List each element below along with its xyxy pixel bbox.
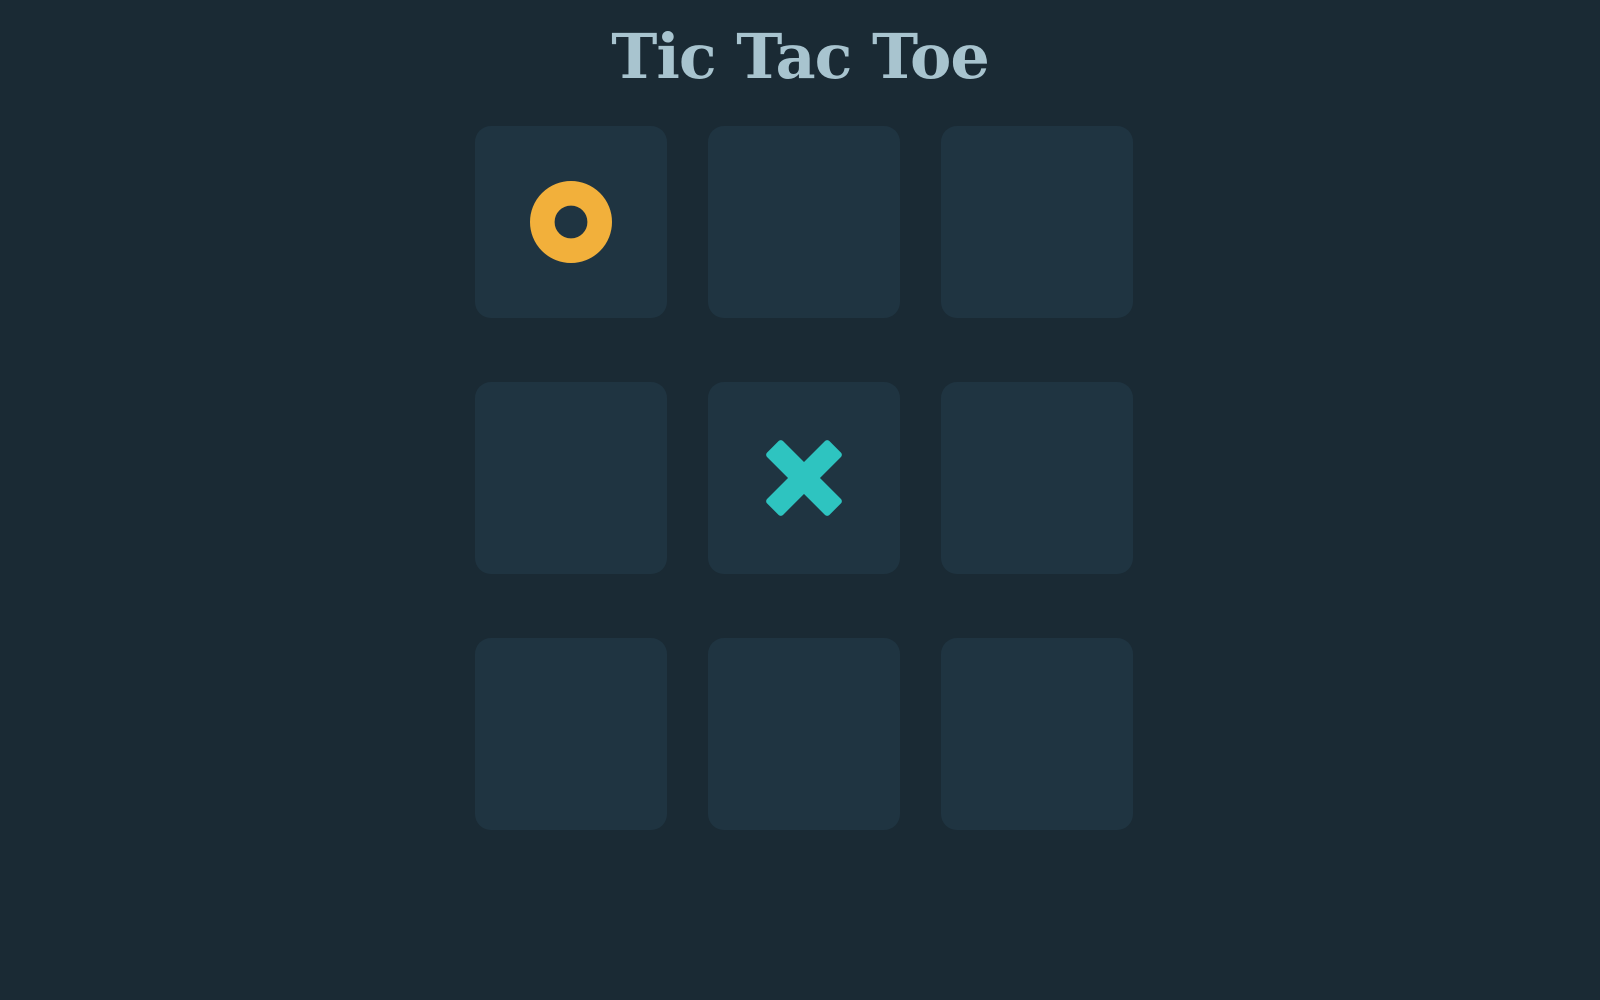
game-board xyxy=(475,126,1133,830)
board-cell-3[interactable] xyxy=(941,126,1133,318)
board-cell-4[interactable] xyxy=(475,382,667,574)
board-cell-8[interactable] xyxy=(708,638,900,830)
ring-o-icon xyxy=(530,181,612,263)
board-cell-9[interactable] xyxy=(941,638,1133,830)
board-cell-7[interactable] xyxy=(475,638,667,830)
page-title: Tic Tac Toe xyxy=(611,20,990,93)
board-cell-2[interactable] xyxy=(708,126,900,318)
board-cell-1[interactable] xyxy=(475,126,667,318)
board-cell-6[interactable] xyxy=(941,382,1133,574)
cross-x-icon xyxy=(766,440,842,516)
board-cell-5[interactable] xyxy=(708,382,900,574)
